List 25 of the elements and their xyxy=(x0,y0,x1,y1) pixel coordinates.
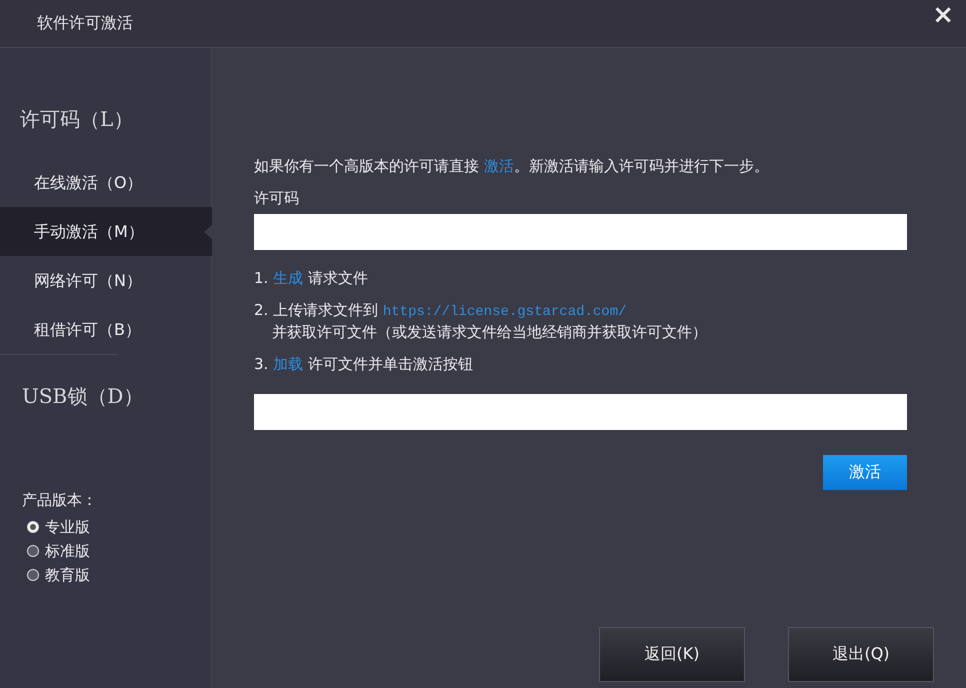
close-button[interactable]: × xyxy=(928,2,958,28)
radio-button[interactable] xyxy=(27,545,39,557)
license-file-field[interactable] xyxy=(254,394,907,430)
radio-button[interactable] xyxy=(27,569,39,581)
sidebar-section[interactable]: 许可码（L） xyxy=(0,104,134,134)
step-text: 3. 加载 许可文件并单击激活按钮 xyxy=(254,354,473,374)
sidebar-item[interactable]: 租借许可（B） xyxy=(0,305,212,354)
radio-button[interactable] xyxy=(27,521,39,533)
step-text: 2. 上传请求文件到 https://license.gstarcad.com/ 并获取许可文件（或发送请求文件给当地经销商并获取许可文件） xyxy=(254,300,707,342)
intro-text: 如果你有一个高版本的许可请直接 激活。新激活请输入许可码并进行下一步。 xyxy=(254,156,769,176)
edition-label: 产品版本： xyxy=(22,491,97,510)
license-code-field[interactable] xyxy=(254,214,907,250)
window-title: 软件许可激活 xyxy=(37,13,133,34)
footer-button[interactable]: 退出(Q) xyxy=(788,627,934,682)
sidebar-section[interactable]: USB锁（D） xyxy=(0,381,144,411)
footer-button[interactable]: 返回(K) xyxy=(599,627,745,682)
sidebar-item[interactable]: 网络许可（N） xyxy=(0,256,212,305)
sidebar-item[interactable]: 手动激活（M） xyxy=(0,207,212,256)
edition-option[interactable]: 标准版 xyxy=(22,540,90,562)
sidebar-item[interactable]: 在线激活（O） xyxy=(0,158,212,207)
activate-button[interactable]: 激活 xyxy=(823,455,907,490)
edition-option[interactable]: 教育版 xyxy=(22,564,90,586)
step-text: 1. 生成 请求文件 xyxy=(254,268,368,288)
license-code-label: 许可码 xyxy=(254,188,299,208)
edition-option[interactable]: 专业版 xyxy=(22,516,90,538)
